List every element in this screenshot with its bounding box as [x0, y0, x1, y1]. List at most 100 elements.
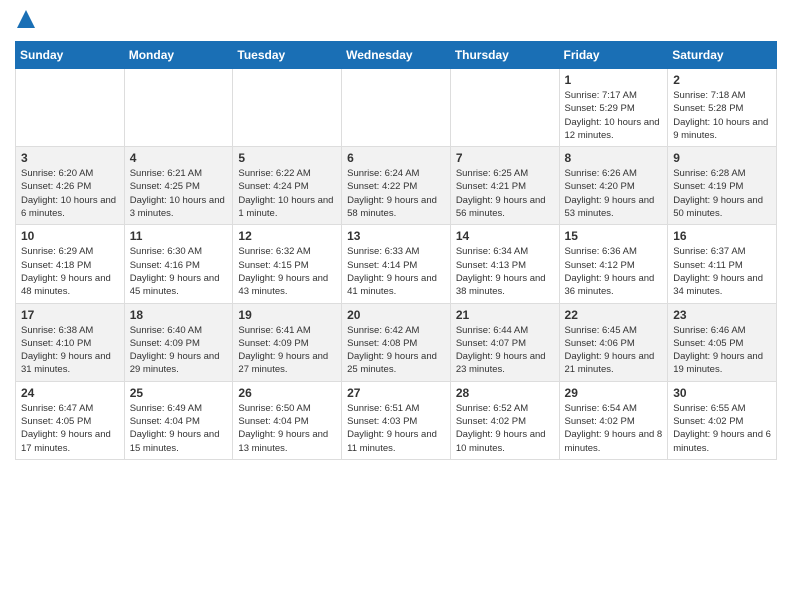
calendar-day-cell: 24 Sunrise: 6:47 AM Sunset: 4:05 PM Dayli… — [16, 381, 125, 459]
day-info: Sunrise: 6:33 AM Sunset: 4:14 PM Dayligh… — [347, 245, 445, 298]
calendar-header: SundayMondayTuesdayWednesdayThursdayFrid… — [16, 42, 777, 69]
calendar-day-cell — [233, 69, 342, 147]
day-info: Sunrise: 6:22 AM Sunset: 4:24 PM Dayligh… — [238, 167, 336, 220]
calendar-day-cell: 15 Sunrise: 6:36 AM Sunset: 4:12 PM Dayli… — [559, 225, 668, 303]
calendar-day-cell: 26Sunrise: 6:50 AM Sunset: 4:04 PM Dayli… — [233, 381, 342, 459]
day-number: 20 — [347, 308, 445, 322]
day-info: Sunrise: 7:18 AM Sunset: 5:28 PM Dayligh… — [673, 89, 771, 142]
calendar-day-cell: 13 Sunrise: 6:33 AM Sunset: 4:14 PM Dayli… — [342, 225, 451, 303]
day-number: 17 — [21, 308, 119, 322]
day-info: Sunrise: 6:25 AM Sunset: 4:21 PM Dayligh… — [456, 167, 554, 220]
day-number: 23 — [673, 308, 771, 322]
day-info: Sunrise: 6:37 AM Sunset: 4:11 PM Dayligh… — [673, 245, 771, 298]
calendar-day-cell: 10 Sunrise: 6:29 AM Sunset: 4:18 PM Dayli… — [16, 225, 125, 303]
day-number: 9 — [673, 151, 771, 165]
day-of-week-header: Monday — [124, 42, 233, 69]
calendar-body: 1Sunrise: 7:17 AM Sunset: 5:29 PM Daylig… — [16, 69, 777, 460]
day-number: 12 — [238, 229, 336, 243]
page-header — [15, 10, 777, 33]
day-number: 22 — [565, 308, 663, 322]
day-of-week-header: Thursday — [450, 42, 559, 69]
day-info: Sunrise: 6:51 AM Sunset: 4:03 PM Dayligh… — [347, 402, 445, 455]
day-info: Sunrise: 6:24 AM Sunset: 4:22 PM Dayligh… — [347, 167, 445, 220]
calendar-day-cell: 28Sunrise: 6:52 AM Sunset: 4:02 PM Dayli… — [450, 381, 559, 459]
day-number: 30 — [673, 386, 771, 400]
day-number: 10 — [21, 229, 119, 243]
logo-icon — [17, 10, 35, 28]
day-of-week-header: Friday — [559, 42, 668, 69]
calendar-day-cell: 14Sunrise: 6:34 AM Sunset: 4:13 PM Dayli… — [450, 225, 559, 303]
day-info: Sunrise: 6:50 AM Sunset: 4:04 PM Dayligh… — [238, 402, 336, 455]
day-info: Sunrise: 6:41 AM Sunset: 4:09 PM Dayligh… — [238, 324, 336, 377]
day-number: 15 — [565, 229, 663, 243]
day-number: 7 — [456, 151, 554, 165]
day-info: Sunrise: 6:47 AM Sunset: 4:05 PM Dayligh… — [21, 402, 119, 455]
day-info: Sunrise: 6:30 AM Sunset: 4:16 PM Dayligh… — [130, 245, 228, 298]
day-number: 19 — [238, 308, 336, 322]
day-info: Sunrise: 6:52 AM Sunset: 4:02 PM Dayligh… — [456, 402, 554, 455]
day-info: Sunrise: 6:55 AM Sunset: 4:02 PM Dayligh… — [673, 402, 771, 455]
day-info: Sunrise: 6:36 AM Sunset: 4:12 PM Dayligh… — [565, 245, 663, 298]
day-of-week-header: Tuesday — [233, 42, 342, 69]
day-info: Sunrise: 6:38 AM Sunset: 4:10 PM Dayligh… — [21, 324, 119, 377]
day-info: Sunrise: 6:42 AM Sunset: 4:08 PM Dayligh… — [347, 324, 445, 377]
day-info: Sunrise: 6:54 AM Sunset: 4:02 PM Dayligh… — [565, 402, 663, 455]
day-number: 13 — [347, 229, 445, 243]
calendar-week-row: 24 Sunrise: 6:47 AM Sunset: 4:05 PM Dayli… — [16, 381, 777, 459]
day-number: 14 — [456, 229, 554, 243]
day-number: 11 — [130, 229, 228, 243]
day-number: 5 — [238, 151, 336, 165]
day-number: 6 — [347, 151, 445, 165]
calendar-day-cell — [450, 69, 559, 147]
day-info: Sunrise: 6:26 AM Sunset: 4:20 PM Dayligh… — [565, 167, 663, 220]
day-number: 24 — [21, 386, 119, 400]
calendar-day-cell — [16, 69, 125, 147]
day-number: 4 — [130, 151, 228, 165]
day-of-week-header: Sunday — [16, 42, 125, 69]
calendar-day-cell: 6 Sunrise: 6:24 AM Sunset: 4:22 PM Daylig… — [342, 147, 451, 225]
day-info: Sunrise: 6:49 AM Sunset: 4:04 PM Dayligh… — [130, 402, 228, 455]
calendar-day-cell: 21 Sunrise: 6:44 AM Sunset: 4:07 PM Dayli… — [450, 303, 559, 381]
calendar-day-cell: 18 Sunrise: 6:40 AM Sunset: 4:09 PM Dayli… — [124, 303, 233, 381]
calendar-week-row: 1Sunrise: 7:17 AM Sunset: 5:29 PM Daylig… — [16, 69, 777, 147]
day-info: Sunrise: 6:44 AM Sunset: 4:07 PM Dayligh… — [456, 324, 554, 377]
calendar-day-cell: 23 Sunrise: 6:46 AM Sunset: 4:05 PM Dayli… — [668, 303, 777, 381]
calendar-day-cell: 25Sunrise: 6:49 AM Sunset: 4:04 PM Dayli… — [124, 381, 233, 459]
calendar-day-cell: 20 Sunrise: 6:42 AM Sunset: 4:08 PM Dayli… — [342, 303, 451, 381]
calendar-day-cell — [342, 69, 451, 147]
calendar-week-row: 10 Sunrise: 6:29 AM Sunset: 4:18 PM Dayli… — [16, 225, 777, 303]
calendar-week-row: 3Sunrise: 6:20 AM Sunset: 4:26 PM Daylig… — [16, 147, 777, 225]
day-info: Sunrise: 6:46 AM Sunset: 4:05 PM Dayligh… — [673, 324, 771, 377]
calendar-week-row: 17 Sunrise: 6:38 AM Sunset: 4:10 PM Dayli… — [16, 303, 777, 381]
day-of-week-header: Saturday — [668, 42, 777, 69]
calendar-day-cell: 19 Sunrise: 6:41 AM Sunset: 4:09 PM Dayli… — [233, 303, 342, 381]
calendar-day-cell: 4 Sunrise: 6:21 AM Sunset: 4:25 PM Daylig… — [124, 147, 233, 225]
calendar-day-cell: 11 Sunrise: 6:30 AM Sunset: 4:16 PM Dayli… — [124, 225, 233, 303]
day-number: 29 — [565, 386, 663, 400]
calendar-day-cell — [124, 69, 233, 147]
calendar-day-cell: 22 Sunrise: 6:45 AM Sunset: 4:06 PM Dayli… — [559, 303, 668, 381]
calendar-day-cell: 2Sunrise: 7:18 AM Sunset: 5:28 PM Daylig… — [668, 69, 777, 147]
calendar-day-cell: 7 Sunrise: 6:25 AM Sunset: 4:21 PM Daylig… — [450, 147, 559, 225]
day-number: 18 — [130, 308, 228, 322]
day-info: Sunrise: 6:28 AM Sunset: 4:19 PM Dayligh… — [673, 167, 771, 220]
day-number: 27 — [347, 386, 445, 400]
calendar-day-cell: 9 Sunrise: 6:28 AM Sunset: 4:19 PM Daylig… — [668, 147, 777, 225]
day-info: Sunrise: 6:21 AM Sunset: 4:25 PM Dayligh… — [130, 167, 228, 220]
day-number: 8 — [565, 151, 663, 165]
calendar-day-cell: 1Sunrise: 7:17 AM Sunset: 5:29 PM Daylig… — [559, 69, 668, 147]
day-number: 21 — [456, 308, 554, 322]
logo — [15, 10, 35, 33]
day-info: Sunrise: 7:17 AM Sunset: 5:29 PM Dayligh… — [565, 89, 663, 142]
calendar-day-cell: 27 Sunrise: 6:51 AM Sunset: 4:03 PM Dayli… — [342, 381, 451, 459]
calendar-day-cell: 5 Sunrise: 6:22 AM Sunset: 4:24 PM Daylig… — [233, 147, 342, 225]
calendar-day-cell: 3Sunrise: 6:20 AM Sunset: 4:26 PM Daylig… — [16, 147, 125, 225]
day-of-week-header: Wednesday — [342, 42, 451, 69]
day-info: Sunrise: 6:40 AM Sunset: 4:09 PM Dayligh… — [130, 324, 228, 377]
header-row: SundayMondayTuesdayWednesdayThursdayFrid… — [16, 42, 777, 69]
day-info: Sunrise: 6:45 AM Sunset: 4:06 PM Dayligh… — [565, 324, 663, 377]
calendar-table: SundayMondayTuesdayWednesdayThursdayFrid… — [15, 41, 777, 460]
calendar-day-cell: 16 Sunrise: 6:37 AM Sunset: 4:11 PM Dayli… — [668, 225, 777, 303]
day-number: 16 — [673, 229, 771, 243]
day-info: Sunrise: 6:29 AM Sunset: 4:18 PM Dayligh… — [21, 245, 119, 298]
